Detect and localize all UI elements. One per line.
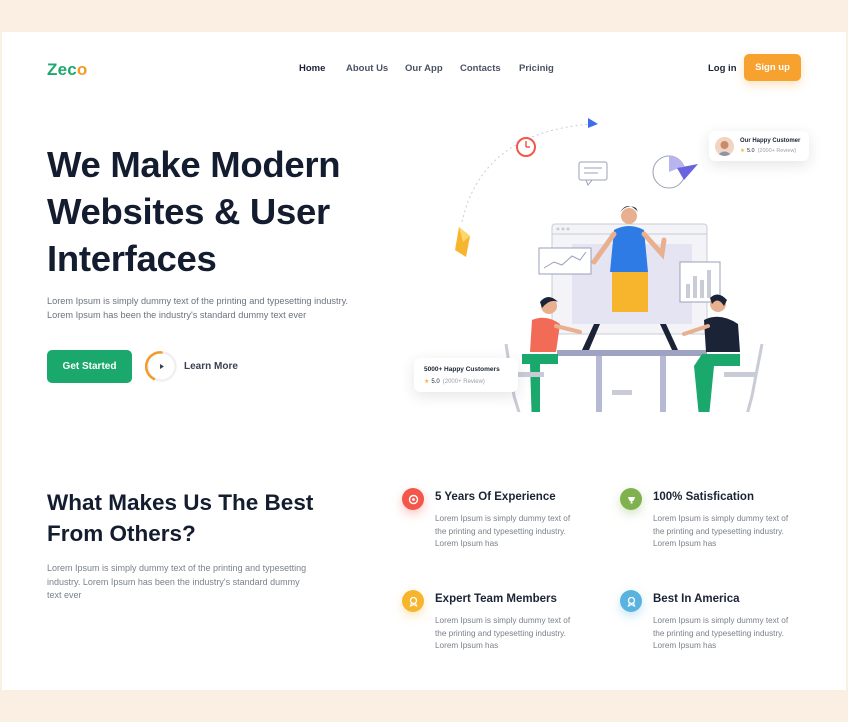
feature-desc-line: the printing and typesetting industry.	[653, 526, 784, 536]
clock-icon	[516, 137, 536, 157]
feature-satisfaction: 100% Satisfication Lorem Ipsum is simply…	[620, 488, 820, 558]
chat-bubble-icon	[578, 161, 608, 186]
logo-accent-text: o	[76, 60, 88, 79]
get-started-button[interactable]: Get Started	[47, 350, 132, 383]
nav-item-contacts[interactable]: Contacts	[460, 63, 501, 74]
feature-desc-line: the printing and typesetting industry.	[435, 526, 566, 536]
play-icon	[144, 350, 178, 383]
award-icon	[620, 590, 642, 612]
landing-page: Zeco Home About Us Our App Contacts Pric…	[2, 32, 846, 690]
feature-desc-line: Lorem Ipsum has	[435, 539, 499, 548]
happy-customer-card: Our Happy Customer ★ 5.0 (2000+ Review)	[709, 131, 809, 161]
line-chart-icon	[538, 247, 592, 275]
feature-description: Lorem Ipsum is simply dummy text of the …	[435, 513, 605, 551]
feature-description: Lorem Ipsum is simply dummy text of the …	[435, 615, 605, 653]
customer-card-rating: ★ 5.0 (2000+ Review)	[740, 148, 796, 154]
rating-value: 5.0	[431, 379, 440, 385]
feature-title: 5 Years Of Experience	[435, 491, 556, 503]
feature-description: Lorem Ipsum is simply dummy text of the …	[653, 615, 823, 653]
hero-desc-line: Lorem Ipsum has been the industry's stan…	[47, 310, 307, 320]
learn-more-label: Learn More	[184, 361, 238, 372]
happy-customers-title: 5000+ Happy Customers	[424, 366, 500, 373]
feature-desc-line: Lorem Ipsum is simply dummy text of	[653, 514, 789, 523]
login-link[interactable]: Log in	[708, 63, 737, 74]
pie-chart-icon	[652, 155, 698, 189]
feature-title: Expert Team Members	[435, 593, 557, 605]
feature-best-in-america: Best In America Lorem Ipsum is simply du…	[620, 590, 820, 660]
feature-title: 100% Satisfication	[653, 491, 754, 503]
feature-desc-line: Lorem Ipsum has	[435, 641, 499, 650]
feature-desc-line: the printing and typesetting industry.	[435, 628, 566, 638]
star-icon: ★	[424, 379, 430, 385]
feature-desc-line: Lorem Ipsum is simply dummy text of	[653, 616, 789, 625]
section-desc-line: Lorem Ipsum is simply dummy text of the …	[47, 563, 307, 573]
brand-logo[interactable]: Zeco	[47, 60, 88, 80]
feature-expert-team: Expert Team Members Lorem Ipsum is simpl…	[402, 590, 602, 660]
feature-desc-line: Lorem Ipsum has	[653, 641, 717, 650]
happy-customers-rating: ★ 5.0 (2000+ Review)	[424, 378, 485, 385]
hero-desc-line: Lorem Ipsum is simply dummy text of the …	[47, 296, 349, 306]
signup-button[interactable]: Sign up	[744, 54, 801, 81]
rating-value: 5.0	[746, 148, 755, 154]
hero-title-line: Interfaces	[47, 238, 217, 279]
logo-main-text: Zec	[47, 60, 77, 79]
star-icon: ★	[740, 148, 745, 154]
feature-desc-line: Lorem Ipsum has	[653, 539, 717, 548]
section-desc-line: text ever	[47, 590, 82, 600]
section-description: Lorem Ipsum is simply dummy text of the …	[47, 562, 337, 603]
section-title-line: What Makes Us The Best	[47, 490, 314, 515]
section-title-line: From Others?	[47, 521, 196, 546]
nav-item-our-app[interactable]: Our App	[405, 63, 443, 74]
review-count: (2000+ Review)	[757, 148, 797, 154]
feature-desc-line: the printing and typesetting industry.	[653, 628, 784, 638]
hero-title-line: We Make Modern	[47, 144, 341, 185]
feature-desc-line: Lorem Ipsum is simply dummy text of	[435, 514, 571, 523]
nav-item-about-us[interactable]: About Us	[346, 63, 388, 74]
diamond-icon	[455, 227, 470, 257]
arrow-icon	[588, 118, 598, 128]
section-title: What Makes Us The Best From Others?	[47, 487, 367, 549]
experience-icon	[402, 488, 424, 510]
review-count: (2000+ Review)	[442, 379, 485, 385]
avatar	[715, 137, 734, 156]
hero-title: We Make Modern Websites & User Interface…	[47, 141, 407, 282]
hero-title-line: Websites & User	[47, 191, 330, 232]
feature-experience: 5 Years Of Experience Lorem Ipsum is sim…	[402, 488, 602, 558]
hero-description: Lorem Ipsum is simply dummy text of the …	[47, 294, 387, 322]
feature-description: Lorem Ipsum is simply dummy text of the …	[653, 513, 823, 551]
feature-desc-line: Lorem Ipsum is simply dummy text of	[435, 616, 571, 625]
team-icon	[402, 590, 424, 612]
happy-customers-card: 5000+ Happy Customers ★ 5.0 (2000+ Review)	[414, 358, 518, 392]
nav-item-home[interactable]: Home	[299, 63, 325, 74]
satisfaction-icon	[620, 488, 642, 510]
nav-item-pricing[interactable]: Pricinig	[519, 63, 554, 74]
section-desc-line: industry. Lorem Ipsum has been the indus…	[47, 576, 300, 587]
learn-more-button[interactable]: Learn More	[144, 349, 238, 384]
feature-title: Best In America	[653, 593, 740, 605]
customer-card-title: Our Happy Customer	[740, 138, 801, 144]
